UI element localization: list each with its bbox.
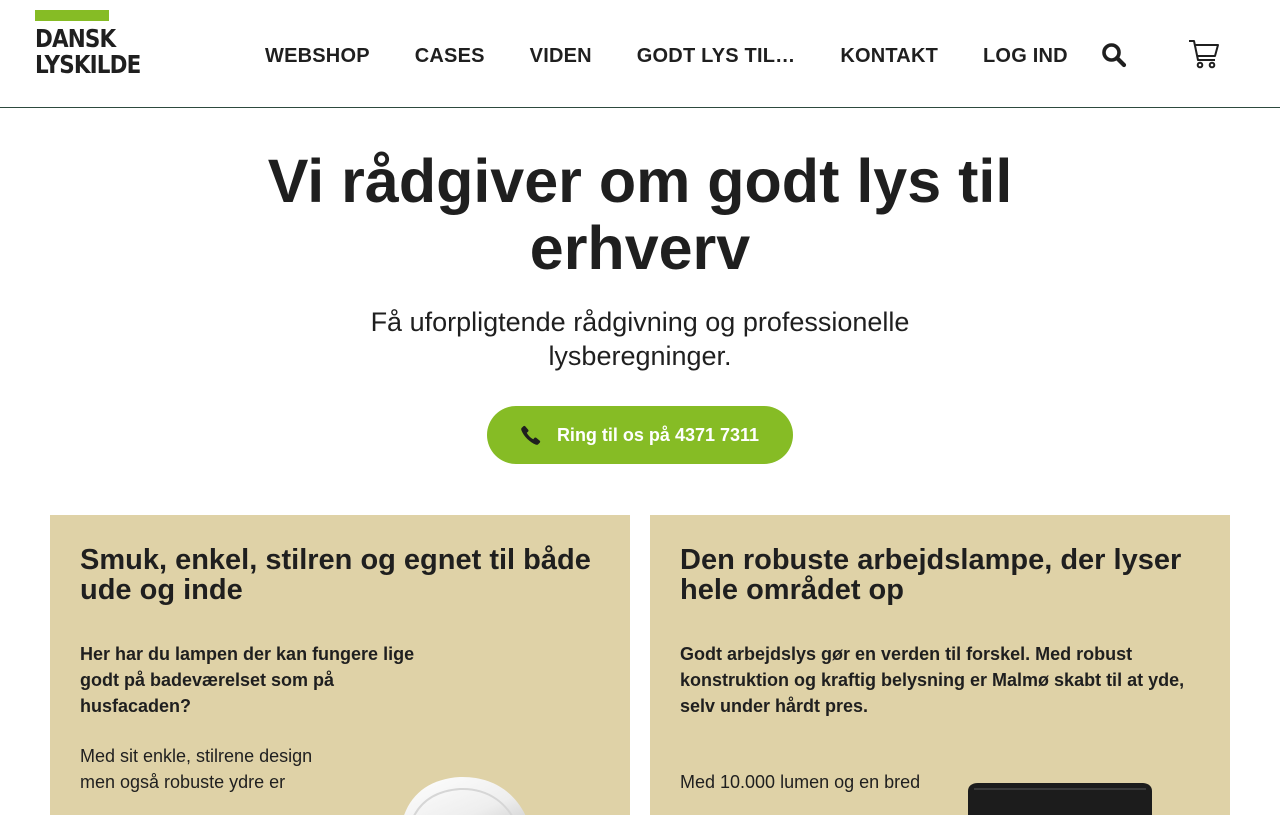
product-card-lamp[interactable]: Smuk, enkel, stilren og egnet til både u… <box>50 515 630 815</box>
work-lamp-image <box>968 783 1152 815</box>
site-header: DANSK LYSKILDE WEBSHOP CASES VIDEN GODT … <box>0 0 1280 108</box>
brand-logo[interactable]: DANSK LYSKILDE <box>35 10 141 78</box>
logo-accent-bar <box>35 10 109 21</box>
phone-icon <box>521 425 541 445</box>
nav-item-cases[interactable]: CASES <box>415 42 485 70</box>
hero-title: Vi rådgiver om godt lys til erhverv <box>267 147 1013 282</box>
card-body: Med sit enkle, stilrene design men også … <box>80 746 313 792</box>
hero-subtitle: Få uforpligtende rådgivning og professio… <box>370 307 910 371</box>
nav-item-godt-lys-til[interactable]: GODT LYS TIL… <box>637 42 796 70</box>
call-us-button-label: Ring til os på 4371 7311 <box>556 424 760 445</box>
logo-line-1: DANSK <box>35 24 116 53</box>
card-lead: Godt arbejdslys gør en verden til forske… <box>680 644 1185 716</box>
call-us-button[interactable]: Ring til os på 4371 7311 <box>487 406 793 464</box>
card-body: Med 10.000 lumen og en bred <box>680 772 921 792</box>
nav-item-log-ind[interactable]: LOG IND <box>983 42 1068 70</box>
card-title: Den robuste arbejdslampe, der lyser hele… <box>680 544 1182 606</box>
cart-icon[interactable] <box>1188 38 1220 70</box>
card-title: Smuk, enkel, stilren og egnet til både u… <box>80 544 591 606</box>
logo-line-2: LYSKILDE <box>35 50 141 79</box>
product-card-worklamp[interactable]: Den robuste arbejdslampe, der lyser hele… <box>650 515 1230 815</box>
wall-lamp-image <box>404 776 526 815</box>
nav-item-viden[interactable]: VIDEN <box>530 42 592 70</box>
main-nav: WEBSHOP CASES VIDEN GODT LYS TIL… KONTAK… <box>265 42 1068 70</box>
card-lead: Her har du lampen der kan fungere lige g… <box>80 644 415 716</box>
search-icon[interactable] <box>1101 42 1127 68</box>
nav-item-webshop[interactable]: WEBSHOP <box>265 42 370 70</box>
nav-item-kontakt[interactable]: KONTAKT <box>840 42 938 70</box>
